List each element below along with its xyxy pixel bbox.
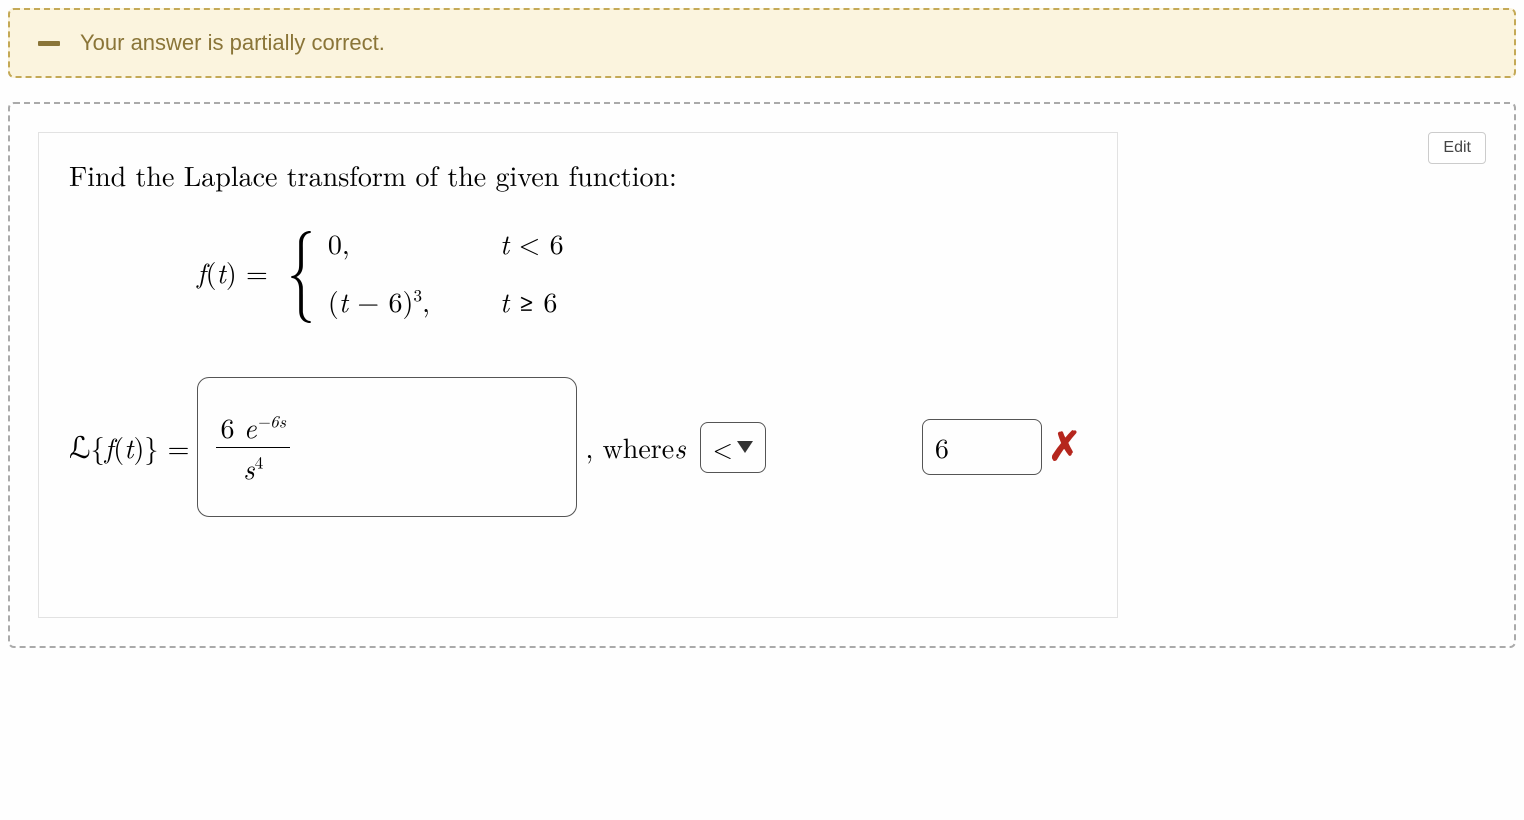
answer-row: ℒ{f(t)} = 6 e−6s s4 , where s < 6 xyxy=(69,377,1087,517)
num-coeff: 6 xyxy=(220,407,243,447)
equals: = xyxy=(237,252,268,292)
comparison-select[interactable]: < xyxy=(700,422,766,473)
chevron-down-icon xyxy=(737,441,753,453)
transform-fraction: 6 e−6s s4 xyxy=(216,407,290,488)
case1-value: 0, xyxy=(328,223,430,263)
case2-power: 3 xyxy=(413,283,422,308)
op-paren-open: ( xyxy=(113,427,124,467)
num-exp: −6s xyxy=(257,408,286,433)
case1-val: 6 xyxy=(550,223,564,263)
brace-close: } xyxy=(144,427,158,467)
select-value: < xyxy=(713,429,733,466)
paren-open: ( xyxy=(206,252,217,292)
case2-close: ) xyxy=(402,281,413,321)
left-brace-icon: { xyxy=(287,223,315,321)
case2-cond-var: t xyxy=(500,281,509,321)
feedback-message: Your answer is partially correct. xyxy=(80,30,385,56)
question-body: Find the Laplace transform of the given … xyxy=(38,132,1118,618)
answer-equals: = xyxy=(158,427,189,467)
case1-rel: < xyxy=(509,223,549,263)
feedback-banner: Your answer is partially correct. xyxy=(8,8,1516,78)
value-text: 6 xyxy=(935,427,949,467)
case1-condition: t < 6 xyxy=(500,223,564,263)
case2-value: (t − 6)3, xyxy=(328,281,430,321)
script-l-icon: ℒ xyxy=(69,432,91,465)
case2-condition: t ≥ 6 xyxy=(500,281,564,321)
case2-op: − 6 xyxy=(348,281,402,321)
question-panel: Edit Find the Laplace transform of the g… xyxy=(8,102,1516,648)
where-label: , where xyxy=(585,427,674,467)
piecewise-definition: f(t) = { 0, t < 6 (t − 6)3, t ≥ 6 xyxy=(197,223,1087,321)
minus-icon xyxy=(38,41,60,46)
function-lhs: f(t) = xyxy=(197,252,268,292)
case2-open: ( xyxy=(328,281,339,321)
cases-grid: 0, t < 6 (t − 6)3, t ≥ 6 xyxy=(328,223,564,321)
case2-comma: , xyxy=(422,281,430,321)
case2-val: 6 xyxy=(543,281,557,321)
laplace-operator-lhs: ℒ{f(t)} = xyxy=(69,427,189,467)
question-prompt: Find the Laplace transform of the given … xyxy=(69,155,1087,195)
case2-rel: ≥ xyxy=(509,281,543,321)
fraction-denominator: s4 xyxy=(239,448,267,488)
func-var: t xyxy=(217,252,226,292)
num-base: e xyxy=(244,407,257,447)
constraint-value-input[interactable]: 6 xyxy=(922,419,1042,475)
paren-close: ) xyxy=(226,252,237,292)
fraction-numerator: 6 e−6s xyxy=(216,407,290,448)
op-paren-close: ) xyxy=(133,427,144,467)
where-var: s xyxy=(674,427,685,467)
brace-open: { xyxy=(91,427,105,467)
case1-var: t xyxy=(500,223,509,263)
transform-input[interactable]: 6 e−6s s4 xyxy=(197,377,577,517)
den-base: s xyxy=(243,448,254,488)
den-exp: 4 xyxy=(255,449,264,474)
op-func: f xyxy=(105,427,114,467)
case2-var: t xyxy=(339,281,348,321)
incorrect-icon: ✗ xyxy=(1048,424,1082,470)
func-name: f xyxy=(197,252,206,292)
brace-wrapper: { 0, t < 6 (t − 6)3, t ≥ 6 xyxy=(278,223,564,321)
edit-button[interactable]: Edit xyxy=(1428,132,1486,164)
